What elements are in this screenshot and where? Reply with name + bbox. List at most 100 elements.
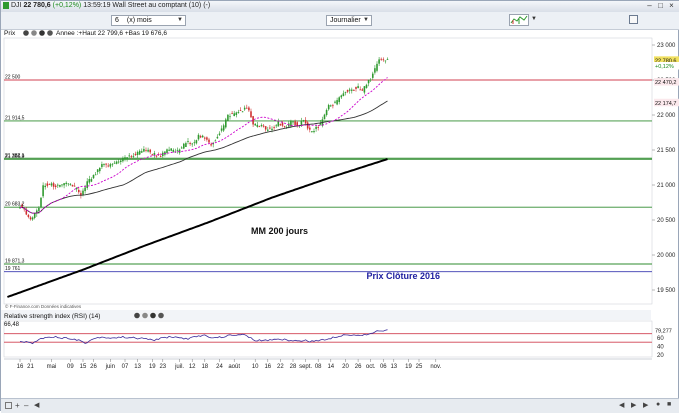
candle-body (367, 79, 370, 84)
scroll-right-end-icon[interactable]: ▶ (643, 401, 648, 409)
y-tick-label: 23 000 (657, 43, 676, 49)
zoom-in-icon[interactable]: + (15, 401, 20, 410)
instrument-name: DJI (11, 2, 22, 9)
candle-body (241, 111, 244, 113)
legend-close-icon[interactable] (23, 30, 29, 36)
chart-toolbar: 6 (x) mois ▼ Journalier ▼ ▼ (1, 12, 679, 30)
zoom-out-icon[interactable]: – (24, 401, 28, 410)
close-icon[interactable]: × (667, 2, 676, 10)
x-tick-label: 18 (201, 364, 208, 370)
y-tick-label: 22 000 (657, 113, 676, 119)
x-tick-label: 22 (277, 364, 284, 370)
x-tick-label: 19 (405, 364, 412, 370)
legend-settings-icon[interactable] (31, 30, 37, 36)
candle-body (361, 89, 364, 91)
candle-body (115, 161, 118, 164)
support-line-label: 19 871,3 (5, 259, 25, 265)
candle-body (134, 153, 137, 156)
candle-body (195, 140, 198, 144)
x-tick-label: oct. (366, 364, 376, 370)
candle-body (73, 185, 76, 187)
candle-body (353, 89, 355, 91)
candle-body (279, 124, 282, 126)
candle-body (29, 217, 32, 220)
candle-body (149, 149, 151, 153)
candle-body (105, 163, 107, 165)
interval-selector[interactable]: Journalier ▼ (326, 15, 372, 26)
x-tick-label: 20 (342, 364, 349, 370)
candle-body (111, 164, 114, 166)
candle-body (229, 116, 231, 118)
candle-body (231, 113, 233, 114)
scroll-left-end-icon[interactable]: ◀ (619, 401, 624, 409)
candle-body (340, 95, 343, 98)
candle-body (317, 127, 319, 128)
x-tick-label: juin (105, 364, 115, 370)
candle-body (101, 164, 103, 168)
chart-type-icon[interactable] (509, 14, 529, 26)
price-tag: +0,12% (655, 64, 674, 70)
candle-body (136, 151, 139, 156)
rsi-hide-icon[interactable] (150, 312, 156, 319)
scroll-right-icon[interactable]: ▶ (631, 401, 636, 409)
candle-body (44, 185, 46, 188)
candle-body (109, 164, 112, 167)
candle-body (338, 97, 340, 103)
candle-body (355, 87, 357, 89)
candle-body (84, 187, 86, 192)
period-selector[interactable]: 6 (x) mois ▼ (111, 15, 186, 26)
rsi-tick-label: 20 (657, 353, 664, 359)
settings-icon[interactable] (629, 15, 638, 24)
minimize-icon[interactable]: – (645, 2, 654, 10)
candle-body (33, 213, 36, 218)
rsi-close-icon[interactable] (134, 312, 140, 319)
reset-zoom-icon[interactable]: ● (656, 401, 660, 408)
candle-body (67, 183, 70, 185)
x-tick-label: 09 (67, 364, 74, 370)
candle-body (176, 149, 179, 151)
x-tick-label: juil. (174, 364, 184, 370)
maximize-icon[interactable]: □ (656, 2, 665, 10)
x-tick-label: 13 (134, 364, 141, 370)
y-tick-label: 20 500 (657, 218, 676, 224)
candle-body (122, 158, 124, 162)
legend-hide-icon[interactable] (39, 30, 45, 36)
rsi-settings-icon[interactable] (142, 312, 148, 319)
home-icon[interactable] (5, 402, 12, 409)
candle-body (155, 155, 158, 157)
chevron-down-icon: ▼ (177, 17, 183, 23)
legend-move-icon[interactable] (47, 30, 53, 36)
candle-body (283, 125, 286, 127)
candle-body (206, 137, 208, 140)
scroll-left-icon[interactable]: ◀ (34, 401, 39, 409)
candle-body (54, 185, 57, 187)
x-tick-label: 24 (216, 364, 223, 370)
period-value: 6 (115, 17, 119, 24)
x-tick-label: août (228, 364, 240, 370)
candle-body (27, 214, 30, 217)
chart-type-dropdown-icon[interactable]: ▼ (531, 16, 537, 22)
price-legend-period-info: Annee :+Haut 22 799,6 +Bas 19 676,6 (56, 30, 167, 37)
candle-body (40, 197, 42, 208)
candle-body (243, 107, 246, 110)
candle-body (82, 190, 84, 195)
x-tick-label: 16 (17, 364, 24, 370)
candle-body (365, 84, 368, 88)
rsi-move-icon[interactable] (158, 312, 164, 319)
candle-body (59, 184, 61, 187)
candle-body (254, 123, 256, 126)
rsi-last-value: 79,277 (655, 328, 672, 334)
candle-body (271, 128, 273, 130)
rsi-tick-label: 60 (657, 336, 664, 342)
y-tick-label: 19 500 (657, 288, 676, 294)
support-line-label: 20 683,2 (5, 202, 25, 208)
candle-body (65, 182, 67, 184)
candle-body (159, 156, 162, 157)
candle-body (46, 183, 49, 186)
fullscreen-icon[interactable]: ■ (667, 401, 671, 408)
candle-body (191, 143, 193, 145)
candle-body (86, 181, 88, 189)
candle-body (313, 130, 315, 133)
candle-body (374, 68, 376, 73)
interval-value: Journalier (330, 17, 361, 24)
